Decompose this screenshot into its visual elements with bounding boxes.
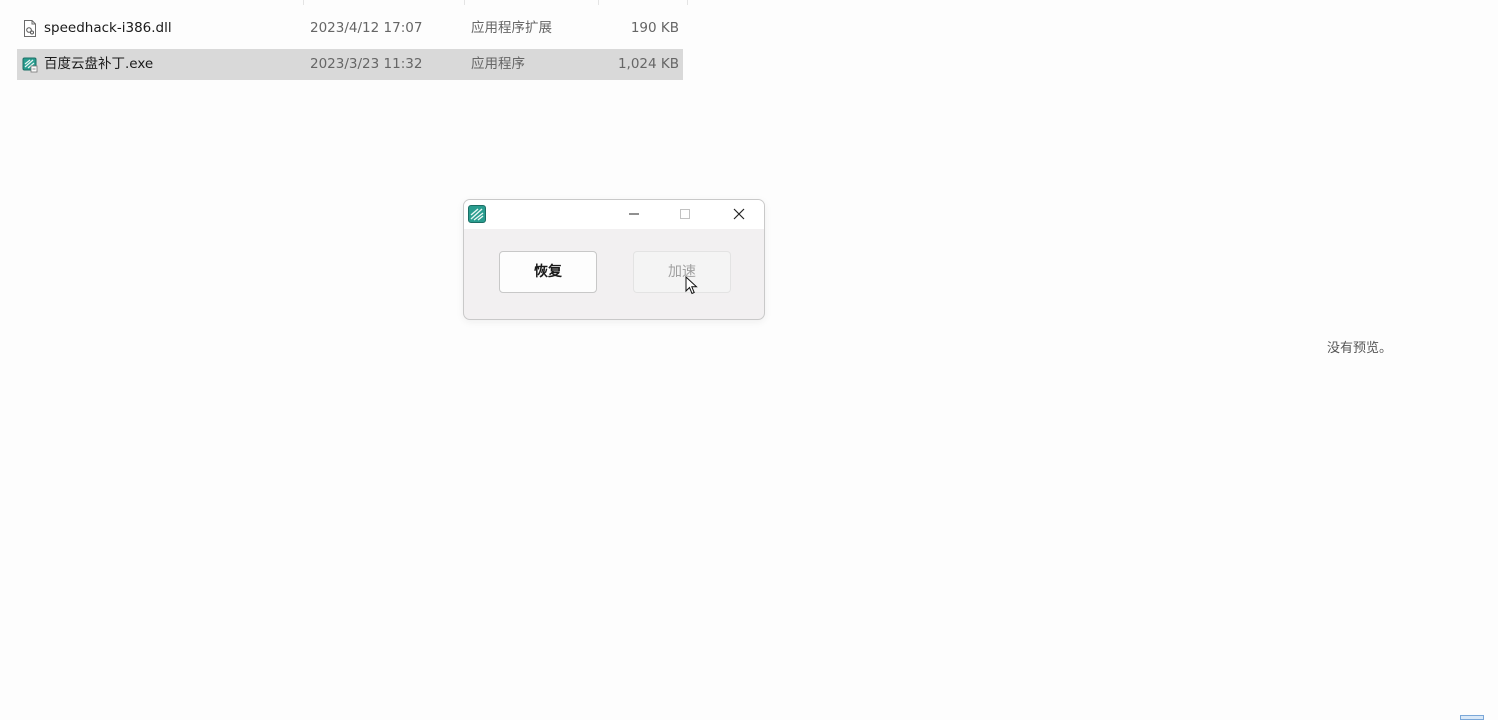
maximize-button [662, 200, 708, 229]
file-row-speedhack-dll[interactable]: speedhack-i386.dll 2023/4/12 17:07 应用程序扩… [17, 13, 683, 44]
close-icon [733, 208, 745, 220]
column-separator[interactable] [598, 0, 599, 5]
maximize-icon [680, 209, 690, 219]
dialog-titlebar[interactable] [464, 200, 764, 229]
file-size: 190 KB [630, 20, 679, 36]
speedhack-dialog: 恢复 加速 [463, 199, 765, 320]
file-type: 应用程序 [471, 56, 525, 72]
dll-file-icon [22, 20, 38, 37]
file-date: 2023/3/23 11:32 [310, 56, 423, 72]
column-separator[interactable] [303, 0, 304, 5]
restore-button[interactable]: 恢复 [499, 251, 597, 293]
file-row-baidu-patch-exe[interactable]: 百度云盘补丁.exe 2023/3/23 11:32 应用程序 1,024 KB [17, 49, 683, 80]
view-toggle-button[interactable] [1460, 715, 1484, 720]
column-separator[interactable] [687, 0, 688, 5]
minimize-icon [629, 213, 639, 215]
app-icon [468, 205, 486, 223]
file-date: 2023/4/12 17:07 [310, 20, 423, 36]
close-button[interactable] [716, 200, 762, 229]
file-size: 1,024 KB [617, 56, 679, 72]
file-type: 应用程序扩展 [471, 20, 552, 36]
speed-up-button[interactable]: 加速 [633, 251, 731, 293]
exe-app-icon [22, 56, 38, 73]
mouse-cursor-icon [685, 276, 698, 295]
column-separator[interactable] [464, 0, 465, 5]
no-preview-message: 没有预览。 [1327, 341, 1393, 356]
file-name[interactable]: 百度云盘补丁.exe [44, 49, 153, 80]
file-name[interactable]: speedhack-i386.dll [44, 13, 172, 44]
minimize-button[interactable] [611, 200, 657, 229]
